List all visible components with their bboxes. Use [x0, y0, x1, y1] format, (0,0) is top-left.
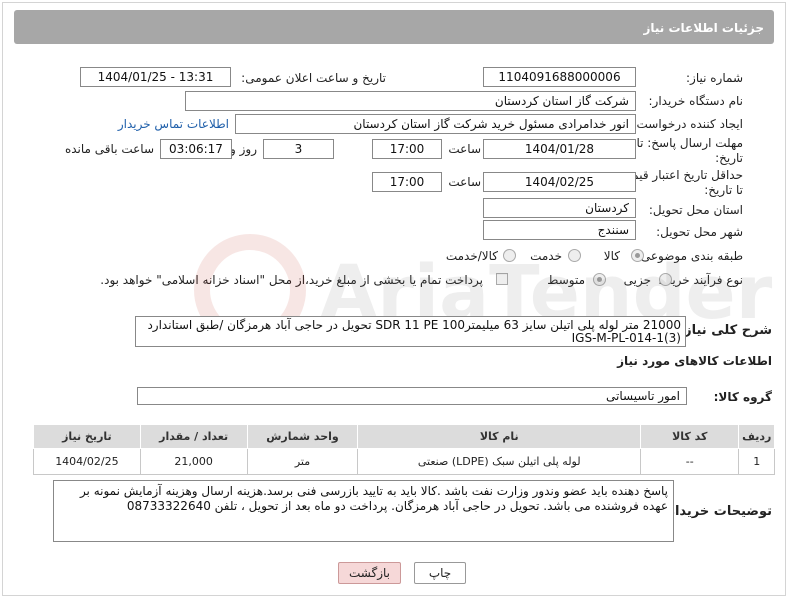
deadline-time-label: ساعت [448, 142, 481, 156]
item-group-field: امور تاسیساتی [137, 387, 687, 405]
announce-date-label: تاریخ و ساعت اعلان عمومی: [241, 71, 386, 85]
process-minor-label: جزیی [623, 273, 651, 287]
table-row: 1 -- لوله پلی اتیلن سبک (LDPE) صنعتی متر… [33, 448, 775, 475]
buyer-notes-textarea: پاسخ دهنده باید عضو وندور وزارت نفت باشد… [53, 480, 674, 542]
col-header-unit: واحد شمارش [246, 424, 359, 449]
cell-unit: متر [246, 448, 359, 475]
category-goods-label: کالا [603, 249, 620, 263]
category-goods-service-radio[interactable] [503, 249, 516, 262]
category-goods-radio[interactable] [631, 249, 644, 262]
col-header-name: نام کالا [357, 424, 642, 449]
remaining-time-label: ساعت باقی مانده [64, 142, 154, 156]
buyer-org-field: شرکت گاز استان کردستان [185, 91, 636, 111]
cell-need-date: 1404/02/25 [33, 448, 141, 475]
category-goods-service-label: کالا/خدمت [445, 249, 498, 263]
buyer-org-label: نام دستگاه خریدار: [648, 94, 744, 108]
validity-label-2: تا تاریخ: [704, 183, 743, 197]
treasury-payment-note: پرداخت تمام یا بخشی از مبلغ خرید،از محل … [100, 273, 483, 287]
category-service-radio[interactable] [568, 249, 581, 262]
back-button[interactable]: بازگشت [338, 562, 401, 584]
process-minor-radio[interactable] [659, 273, 672, 286]
deadline-date-field: 1404/01/28 [483, 139, 636, 159]
need-number-field: 1104091688000006 [483, 67, 636, 87]
process-medium-label: متوسط [547, 273, 585, 287]
days-label: روز و [230, 142, 257, 156]
cell-row-number: 1 [738, 448, 775, 475]
city-label: شهر محل تحویل: [656, 225, 743, 239]
cell-item-name: لوله پلی اتیلن سبک (LDPE) صنعتی [357, 448, 642, 475]
need-number-label: شماره نیاز: [686, 71, 743, 85]
creator-field: انور خدامرادی مسئول خرید شرکت گاز استان … [235, 114, 636, 134]
buyer-notes-label: توضیحات خریدار: [662, 504, 772, 519]
validity-date-field: 1404/02/25 [483, 172, 636, 192]
cell-item-code: -- [640, 448, 740, 475]
col-header-quantity: تعداد / مقدار [139, 424, 248, 449]
page-title: جزئیات اطلاعات نیاز [14, 10, 774, 44]
category-service-label: خدمت [530, 249, 562, 263]
items-table: ردیف کد کالا نام کالا واحد شمارش تعداد /… [33, 424, 775, 475]
col-header-code: کد کالا [640, 424, 740, 449]
deadline-label-2: تاریخ: [715, 151, 743, 165]
announce-date-field: 1404/01/25 - 13:31 [80, 67, 231, 87]
remaining-time-field: 03:06:17 [160, 139, 232, 159]
description-textarea: 21000 متر لوله پلی اتیلن سایز 63 میلیمتر… [135, 316, 686, 347]
items-section-title: اطلاعات کالاهای مورد نیاز [617, 354, 772, 368]
item-group-label: گروه کالا: [713, 390, 772, 404]
deadline-label: مهلت ارسال پاسخ: تا [636, 136, 743, 150]
col-header-row: ردیف [738, 424, 775, 449]
description-label: شرح کلی نیاز: [678, 323, 772, 338]
creator-label: ایجاد کننده درخواست: [632, 117, 743, 131]
province-label: استان محل تحویل: [648, 203, 743, 217]
category-label: طبقه بندی موضوعی: [636, 249, 743, 263]
buyer-contact-link[interactable]: اطلاعات تماس خریدار [118, 117, 229, 131]
city-field: سنندج [483, 220, 636, 240]
col-header-date: تاریخ نیاز [33, 424, 141, 449]
print-button[interactable]: چاپ [414, 562, 466, 584]
province-field: کردستان [483, 198, 636, 218]
process-medium-radio[interactable] [593, 273, 606, 286]
treasury-payment-checkbox[interactable] [496, 273, 508, 285]
validity-time-field: 17:00 [372, 172, 442, 192]
deadline-time-field: 17:00 [372, 139, 442, 159]
cell-quantity: 21,000 [139, 448, 248, 475]
validity-time-label: ساعت [448, 175, 481, 189]
days-remaining-field: 3 [263, 139, 334, 159]
